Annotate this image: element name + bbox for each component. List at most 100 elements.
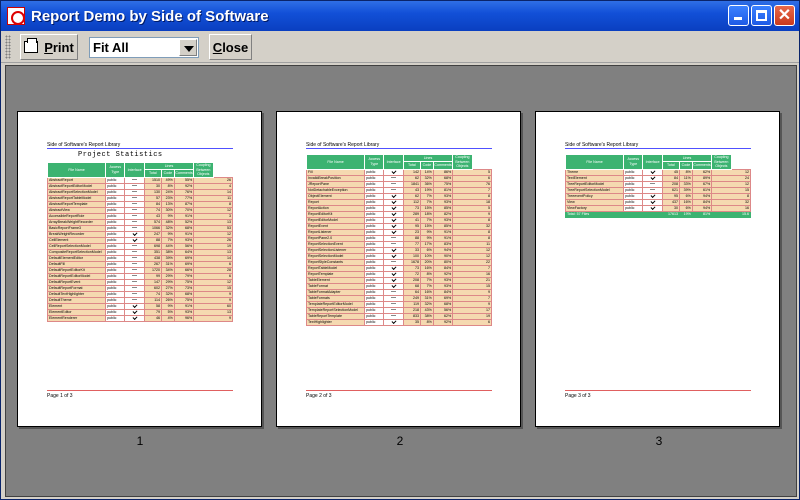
page-footer: Page 3 of 3 [565,393,591,399]
maximize-icon [756,10,767,21]
cell-total: 46 [143,314,162,322]
close-label-rest: lose [222,39,249,55]
checkmark-icon [391,278,397,282]
table-header-row: File Name Access Type Interface Lines Coupli… [305,153,492,170]
title-bar[interactable]: Report Demo by Side of Software ✕ [1,1,799,31]
toolbar-grip-icon[interactable] [5,35,11,59]
app-icon [7,7,25,25]
cell-file-name: AbstractReportSelectionModel [46,188,107,196]
col-code[interactable]: Code [160,169,175,178]
cell-interface [124,314,145,322]
col-comments[interactable]: Comments [173,169,195,178]
unchecked-icon [132,251,138,252]
col-file-name[interactable]: File Name [46,162,107,178]
table-total-row: Total: 57 Files 17613 19% 81% 15.6 [565,210,751,218]
unchecked-icon [132,263,138,264]
page-number-label: 1 [136,434,144,448]
unchecked-icon [391,303,397,304]
col-access-type[interactable]: Access Type [623,154,644,170]
maximize-button[interactable] [751,5,772,26]
col-lines[interactable]: Lines [661,153,713,163]
col-total[interactable]: Total [143,169,162,178]
table-row[interactable]: ElementRenderer public 46 4% 96% 9 [46,314,233,322]
cell-total: 35 [402,318,421,326]
page-number-label: 2 [396,434,404,448]
col-interface[interactable]: Interface [124,162,145,178]
unchecked-icon [391,177,397,178]
unchecked-icon [132,275,138,276]
preview-viewport[interactable]: Side of Software's Report Library Project… [5,65,797,497]
cell-interface [383,318,404,326]
header-rule [565,148,751,149]
close-window-button[interactable]: ✕ [774,5,795,26]
col-total[interactable]: Total [402,161,421,170]
cell-file-name: TextHighlighter [305,318,366,326]
total-lines: 17613 [661,210,680,218]
checkmark-icon [391,284,397,288]
table-header-row: File Name Access Type Interface Lines Coupli… [564,153,751,170]
col-lines[interactable]: Lines [143,161,195,171]
col-code[interactable]: Code [678,161,693,170]
report-page-2[interactable]: Side of Software's Report Library File Na… [276,111,521,427]
checkmark-icon [132,316,138,320]
total-coupling: 15.6 [711,210,751,218]
unchecked-icon [391,237,397,238]
checkmark-icon [391,218,397,222]
close-label: Close [213,40,248,55]
cell-file-name: ElementRenderer [46,314,107,322]
chevron-down-icon[interactable] [179,39,197,56]
checkmark-icon [132,304,138,308]
checkmark-icon [391,320,397,324]
checkmark-icon [391,206,397,210]
unchecked-icon [132,257,138,258]
unchecked-icon [391,189,397,190]
col-comments[interactable]: Comments [691,161,713,170]
col-file-name[interactable]: File Name [564,154,625,170]
col-interface[interactable]: Interface [642,154,663,170]
unchecked-icon [132,215,138,216]
page-footer: Page 2 of 3 [306,393,332,399]
checkmark-icon [650,170,656,174]
col-access-type[interactable]: Access Type [364,154,385,170]
close-button[interactable]: Close [209,34,252,60]
total-files-label: Total: 57 Files [565,210,663,218]
checkmark-icon [650,194,656,198]
print-label-rest: rint [52,39,74,55]
cell-file-name: TemplateReportSelectionModel [305,306,366,314]
print-label: Print [44,40,74,55]
report-page-1[interactable]: Side of Software's Report Library Project… [17,111,262,427]
checkmark-icon [650,176,656,180]
print-button[interactable]: Print [20,34,78,60]
report-page-3[interactable]: Side of Software's Report Library File Na… [535,111,780,427]
unchecked-icon [132,203,138,204]
col-lines[interactable]: Lines [402,153,454,163]
col-code[interactable]: Code [419,161,434,170]
col-coupling[interactable]: Coupling Between Objects [193,162,214,178]
checkmark-icon [650,200,656,204]
close-icon: ✕ [777,7,792,24]
close-mnemonic: C [212,39,223,55]
unchecked-icon [391,297,397,298]
col-coupling[interactable]: Coupling Between Objects [452,154,473,170]
checkmark-icon [391,230,397,234]
col-interface[interactable]: Interface [383,154,404,170]
unchecked-icon [650,189,656,190]
checkmark-icon [132,238,138,242]
col-coupling[interactable]: Coupling Between Objects [711,154,732,170]
col-total[interactable]: Total [661,161,680,170]
zoom-select[interactable]: Fit All [89,37,199,58]
total-comments: 81% [691,210,713,218]
col-comments[interactable]: Comments [432,161,454,170]
unchecked-icon [132,227,138,228]
col-file-name[interactable]: File Name [305,154,366,170]
unchecked-icon [391,243,397,244]
unchecked-icon [391,309,397,310]
checkmark-icon [391,200,397,204]
col-access-type[interactable]: Access Type [105,162,126,178]
checkmark-icon [391,170,397,174]
table-row[interactable]: TextHighlighter public 35 8% 92% 6 [305,318,492,326]
minimize-button[interactable] [728,5,749,26]
unchecked-icon [391,183,397,184]
cell-code: 4% [160,314,175,322]
checkmark-icon [391,194,397,198]
